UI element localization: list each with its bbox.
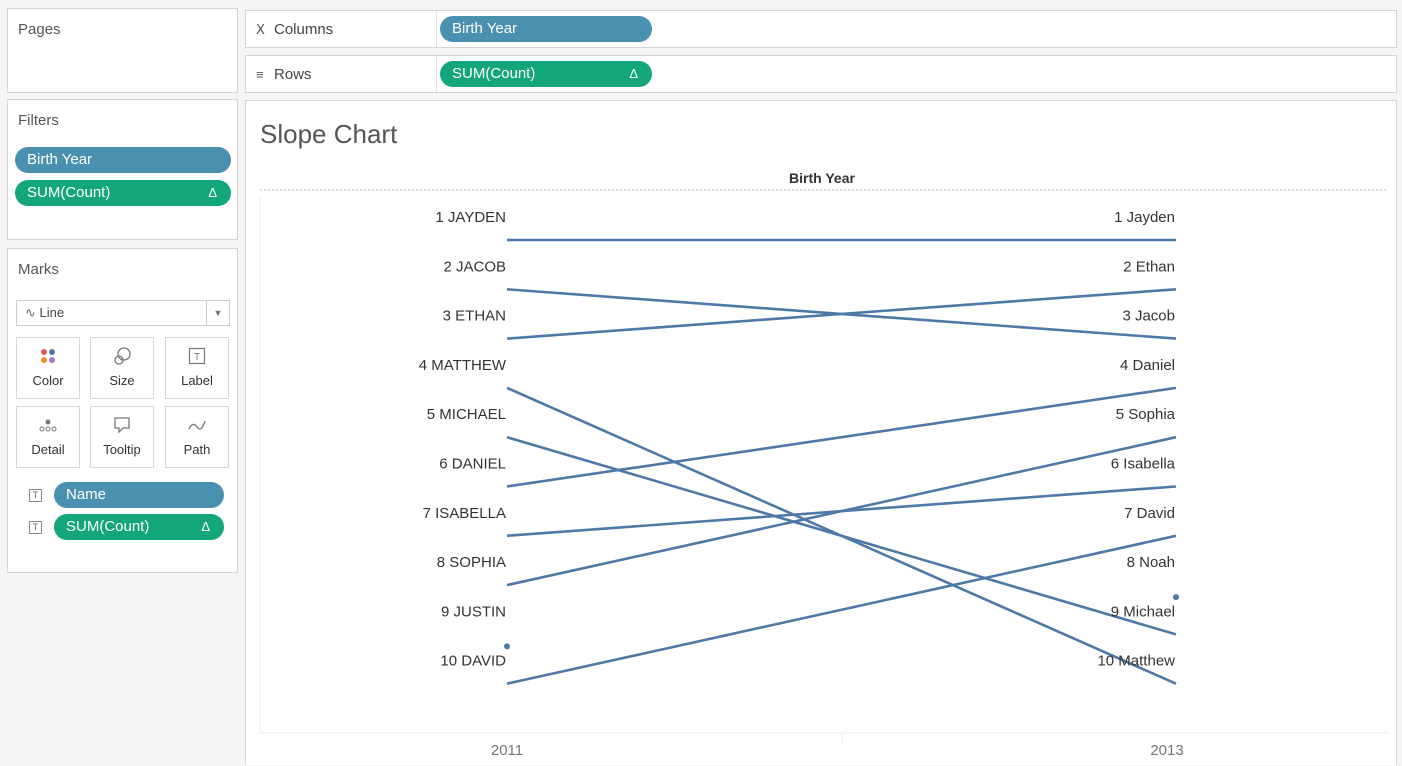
mark-type-dropdown[interactable]: ∿ Line ▼ [16,300,230,326]
line-icon: ∿ [25,305,36,320]
rows-shelf-label: ≡ Rows [256,56,312,94]
columns-shelf[interactable]: Ⅹ Columns Birth Year [245,10,1397,48]
left-rank-label: 4 MATTHEW [419,357,507,374]
right-rank-label: 3 Jacob [1122,308,1175,325]
path-icon [166,415,228,435]
path-button[interactable]: Path [165,406,229,468]
chevron-down-icon[interactable]: ▼ [206,301,229,325]
size-icon [91,346,153,366]
columns-pill[interactable]: Birth Year [440,16,652,42]
label-icon: T [29,489,42,502]
tooltip-button[interactable]: Tooltip [90,406,154,468]
left-rank-label: 8 SOPHIA [437,554,506,571]
filter-pill-sum-count[interactable]: SUM(Count) Δ [15,180,231,206]
label-icon: T [166,346,228,366]
label-icon: T [29,521,42,534]
delta-icon: Δ [201,519,210,534]
label-button[interactable]: T Label [165,337,229,399]
series-line-david[interactable] [506,534,1177,685]
svg-text:T: T [194,352,200,363]
rows-pill[interactable]: SUM(Count) Δ [440,61,652,87]
filters-panel[interactable]: Filters Birth Year SUM(Count) Δ [7,99,238,240]
series-point-noah[interactable] [1173,594,1179,601]
filters-title: Filters [18,112,59,129]
tooltip-icon [91,415,153,435]
color-button[interactable]: Color [16,337,80,399]
series-line-sophia[interactable] [506,435,1177,587]
chart-area[interactable]: Slope Chart Birth Year 1 JAYDEN 2 JACOB 3 … [245,100,1397,765]
right-rank-label: 9 Michael [1111,603,1175,620]
columns-shelf-label: Ⅹ Columns [256,11,333,49]
color-icon [17,346,79,366]
right-rank-label: 5 Sophia [1116,406,1176,423]
columns-icon: Ⅹ [256,22,265,37]
left-rank-label: 7 ISABELLA [423,505,506,522]
series-line-daniel[interactable] [506,386,1177,488]
right-rank-label: 6 Isabella [1111,456,1176,473]
shelf-divider [436,11,437,47]
left-rank-label: 2 JACOB [443,258,506,275]
detail-icon [17,415,79,435]
series-point-justin[interactable] [504,643,510,650]
delta-icon: Δ [208,185,217,200]
series-line-michael[interactable] [506,435,1177,636]
filter-pill-birth-year[interactable]: Birth Year [15,147,231,173]
right-rank-label: 8 Noah [1127,554,1175,571]
right-rank-label: 4 Daniel [1120,357,1175,374]
marks-panel[interactable]: Marks ∿ Line ▼ Color Size T Label Detail… [7,248,238,573]
x-tick-label: 2011 [491,742,523,759]
marks-field-sum-count[interactable]: SUM(Count) Δ [54,514,224,540]
left-rank-label: 3 ETHAN [443,308,506,325]
slope-chart: 1 JAYDEN 2 JACOB 3 ETHAN 4 MATTHEW 5 MICHAEL… [259,189,1388,759]
shelf-divider [436,56,437,92]
marks-field-name[interactable]: Name [54,482,224,508]
detail-button[interactable]: Detail [16,406,80,468]
x-tick-label: 2013 [1150,742,1183,759]
right-rank-label: 1 Jayden [1114,209,1175,226]
right-rank-label: 7 David [1124,505,1175,522]
left-rank-label: 5 MICHAEL [427,406,506,423]
right-rank-label: 10 Matthew [1097,653,1175,670]
left-rank-label: 10 DAVID [440,653,506,670]
pages-panel[interactable]: Pages [7,8,238,93]
delta-icon: Δ [629,66,638,81]
rows-shelf[interactable]: ≡ Rows SUM(Count) Δ [245,55,1397,93]
marks-title: Marks [18,261,59,278]
right-rank-label: 2 Ethan [1123,258,1175,275]
size-button[interactable]: Size [90,337,154,399]
rows-icon: ≡ [256,67,264,82]
left-rank-label: 9 JUSTIN [441,603,506,620]
pages-title: Pages [18,21,61,38]
left-rank-label: 1 JAYDEN [435,209,506,226]
left-rank-label: 6 DANIEL [439,456,506,473]
